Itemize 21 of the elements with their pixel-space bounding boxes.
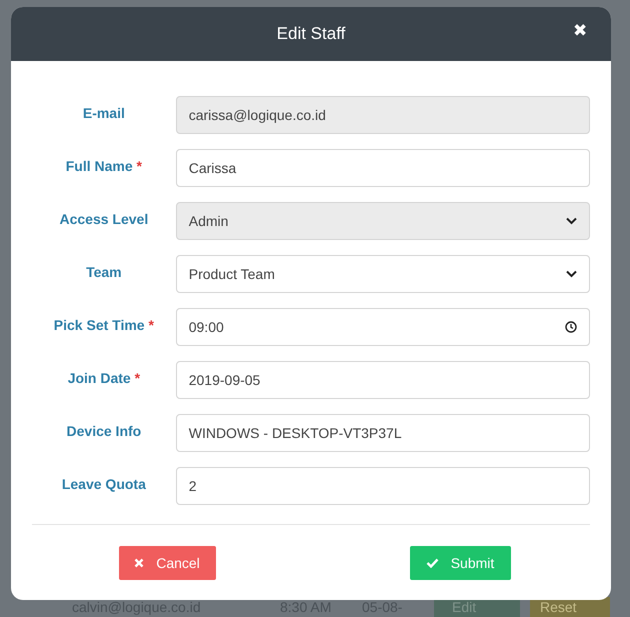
- field-label: Leave Quota: [60, 475, 147, 494]
- field-label: Pick Set Time *: [52, 316, 155, 335]
- field-label: Access Level: [58, 210, 150, 229]
- time-field[interactable]: 09:00: [176, 308, 590, 346]
- chevron-down-icon: [566, 217, 577, 225]
- input-field[interactable]: 2019-09-05: [176, 361, 590, 399]
- field-label: Join Date *: [66, 369, 142, 388]
- close-icon: [134, 558, 144, 568]
- close-button[interactable]: ✖: [573, 22, 587, 39]
- input-field[interactable]: Carissa: [176, 149, 590, 187]
- select-field[interactable]: Product Team: [176, 255, 590, 293]
- check-icon: [426, 558, 439, 568]
- input-field[interactable]: WINDOWS - DESKTOP-VT3P37L: [176, 414, 590, 452]
- field-label: Device Info: [66, 422, 142, 441]
- field-label: Team: [85, 263, 123, 282]
- input-field[interactable]: 2: [176, 467, 590, 505]
- chevron-down-icon: [566, 270, 577, 278]
- clock-icon: [565, 321, 577, 333]
- field-label: E-mail: [82, 104, 126, 123]
- field-label: Full Name *: [64, 157, 143, 176]
- dialog-title: Edit Staff: [276, 23, 346, 46]
